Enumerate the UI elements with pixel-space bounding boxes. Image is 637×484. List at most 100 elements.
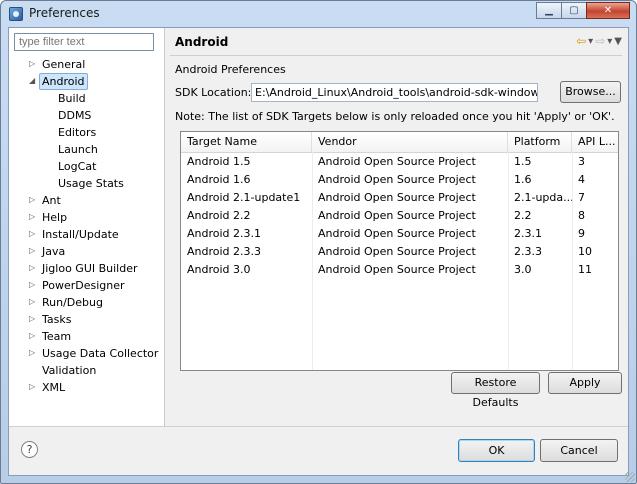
ok-button[interactable]: OK [458, 439, 535, 462]
table-cell: 3 [578, 155, 585, 168]
tree-item-label: XML [42, 381, 66, 394]
collapsed-arrow-icon[interactable]: ▷ [29, 213, 37, 221]
view-menu-icon[interactable]: ▼ [614, 36, 622, 47]
tree-item-label: Ant [42, 194, 61, 207]
tree-item-java[interactable]: ▷ Java [9, 243, 164, 260]
collapsed-arrow-icon[interactable]: ▷ [29, 196, 37, 204]
tree-item-validation[interactable]: Validation [9, 362, 164, 379]
table-row[interactable]: Android 1.6 Android Open Source Project 1.… [181, 171, 618, 189]
tree-item-label: Install/Update [42, 228, 119, 241]
filter-input[interactable] [14, 33, 154, 51]
table-cell: Android 3.0 [187, 263, 251, 276]
sdk-targets-table[interactable]: Target Name Vendor Platform API L... And… [180, 131, 619, 371]
tree-item-label: Android [39, 73, 88, 90]
column-header-platform[interactable]: Platform [508, 132, 572, 152]
table-cell: Android Open Source Project [318, 191, 476, 204]
table-cell: Android 1.5 [187, 155, 251, 168]
table-cell: 4 [578, 173, 585, 186]
table-cell: 1.6 [514, 173, 532, 186]
table-cell: 1.5 [514, 155, 532, 168]
column-header-api-level[interactable]: API L... [572, 132, 618, 152]
browse-button[interactable]: Browse... [560, 81, 621, 103]
tree-item-label: Run/Debug [42, 296, 103, 309]
collapsed-arrow-icon[interactable]: ▷ [29, 281, 37, 289]
table-row[interactable]: Android 1.5 Android Open Source Project 1.… [181, 153, 618, 171]
tree-item-xml[interactable]: ▷ XML [9, 379, 164, 396]
page-title: Android [175, 35, 229, 49]
tree-item-label: General [42, 58, 86, 71]
apply-button[interactable]: Apply [548, 372, 622, 394]
title-bar[interactable]: Preferences ▁ ▢ ✕ [1, 1, 636, 27]
table-cell: 8 [578, 209, 585, 222]
dialog-body: ▷General◢AndroidBuildDDMSEditorsLaunchLo… [8, 27, 629, 476]
cancel-button[interactable]: Cancel [540, 439, 618, 462]
table-row[interactable]: Android 2.2 Android Open Source Project 2.… [181, 207, 618, 225]
chevron-down-icon[interactable]: ▾ [588, 36, 593, 47]
collapsed-arrow-icon[interactable]: ▷ [29, 349, 37, 357]
table-cell: Android Open Source Project [318, 227, 476, 240]
tree-item-team[interactable]: ▷ Team [9, 328, 164, 345]
tree-item-tasks[interactable]: ▷ Tasks [9, 311, 164, 328]
back-arrow-icon[interactable]: ⇦ [576, 34, 586, 48]
collapsed-arrow-icon[interactable]: ▷ [29, 60, 37, 68]
left-panel: ▷ General ◢Android Build DDMS Editors Launch Lo… [9, 28, 165, 426]
restore-defaults-button[interactable]: Restore Defaults [451, 372, 540, 409]
preference-tree: ▷ General ◢ Android Build DDMS Editors Launch Lo… [9, 56, 164, 396]
tree-item-android[interactable]: ◢ Android [9, 73, 164, 90]
preferences-window: Preferences ▁ ▢ ✕ ▷General◢AndroidBuildD… [0, 0, 637, 484]
table-row[interactable]: Android 2.3.3 Android Open Source Project… [181, 243, 618, 261]
title-divider [170, 55, 622, 56]
expanded-arrow-icon[interactable]: ◢ [29, 77, 37, 85]
tree-item-launch[interactable]: Launch [9, 141, 164, 158]
resize-grip-icon[interactable] [625, 472, 635, 482]
table-cell: Android Open Source Project [318, 173, 476, 186]
table-row[interactable]: Android 2.1-update1 Android Open Source P… [181, 189, 618, 207]
tree-item-powerdesigner[interactable]: ▷ PowerDesigner [9, 277, 164, 294]
table-cell: Android 2.3.1 [187, 227, 262, 240]
collapsed-arrow-icon[interactable]: ▷ [29, 332, 37, 340]
collapsed-arrow-icon[interactable]: ▷ [29, 230, 37, 238]
tree-item-ddms[interactable]: DDMS [9, 107, 164, 124]
collapsed-arrow-icon[interactable]: ▷ [29, 315, 37, 323]
sdk-location-field[interactable]: E:\Android_Linux\Android_tools\android-s… [251, 83, 538, 102]
tree-item-usage-stats[interactable]: Usage Stats [9, 175, 164, 192]
collapsed-arrow-icon[interactable]: ▷ [29, 247, 37, 255]
forward-arrow-icon[interactable]: ⇨ [595, 34, 605, 48]
table-cell: 2.3.1 [514, 227, 542, 240]
table-cell: 7 [578, 191, 585, 204]
column-header-vendor[interactable]: Vendor [312, 132, 508, 152]
tree-item-usage-data-collector[interactable]: ▷ Usage Data Collector [9, 345, 164, 362]
table-cell: 2.1-upda... [514, 191, 572, 204]
collapsed-arrow-icon[interactable]: ▷ [29, 264, 37, 272]
tree-item-install-update[interactable]: ▷ Install/Update [9, 226, 164, 243]
collapsed-arrow-icon[interactable]: ▷ [29, 298, 37, 306]
tree-item-logcat[interactable]: LogCat [9, 158, 164, 175]
tree-item-label: DDMS [58, 109, 92, 122]
table-cell: Android Open Source Project [318, 263, 476, 276]
tree-item-build[interactable]: Build [9, 90, 164, 107]
column-header-target-name[interactable]: Target Name [181, 132, 312, 152]
tree-item-ant[interactable]: ▷ Ant [9, 192, 164, 209]
tree-item-help[interactable]: ▷ Help [9, 209, 164, 226]
table-row[interactable]: Android 3.0 Android Open Source Project 3.… [181, 261, 618, 279]
close-icon[interactable]: ✕ [586, 2, 630, 19]
table-cell: Android 1.6 [187, 173, 251, 186]
tree-item-editors[interactable]: Editors [9, 124, 164, 141]
tree-item-general[interactable]: ▷ General [9, 56, 164, 73]
tree-item-run-debug[interactable]: ▷ Run/Debug [9, 294, 164, 311]
tree-item-label: Usage Stats [58, 177, 124, 190]
help-icon[interactable]: ? [21, 441, 38, 458]
tree-item-label: Validation [42, 364, 97, 377]
table-cell: Android 2.1-update1 [187, 191, 301, 204]
table-cell: 9 [578, 227, 585, 240]
tree-item-jigloo-gui-builder[interactable]: ▷ Jigloo GUI Builder [9, 260, 164, 277]
chevron-down-icon[interactable]: ▾ [607, 36, 612, 47]
table-cell: 10 [578, 245, 592, 258]
sdk-note: Note: The list of SDK Targets below is o… [175, 110, 615, 123]
maximize-icon[interactable]: ▢ [561, 2, 587, 19]
tree-item-label: Tasks [42, 313, 72, 326]
tree-item-label: Team [42, 330, 72, 343]
table-row[interactable]: Android 2.3.1 Android Open Source Project… [181, 225, 618, 243]
collapsed-arrow-icon[interactable]: ▷ [29, 383, 37, 391]
minimize-icon[interactable]: ▁ [536, 2, 562, 19]
